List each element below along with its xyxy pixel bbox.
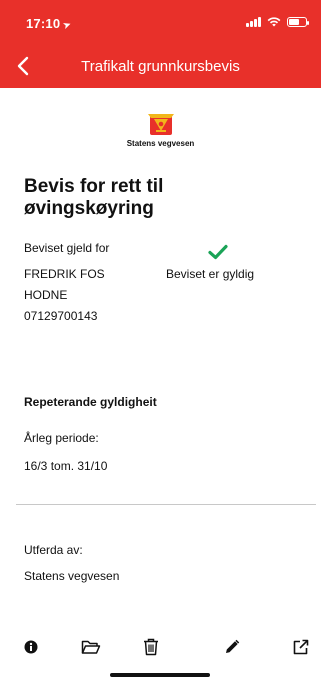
- navigation-bar: Trafikalt grunnkursbevis: [0, 44, 321, 88]
- issuer-value: Statens vegvesen: [24, 569, 120, 583]
- status-time-text: 17:10: [26, 16, 61, 31]
- battery-icon: [287, 17, 309, 27]
- status-bar: 17:10➤: [0, 0, 321, 44]
- certificate-title: Bevis for rett til øvingskøyring: [24, 176, 164, 219]
- statens-vegvesen-logo: Statens vegvesen: [0, 112, 321, 148]
- checkmark-icon: [208, 244, 228, 260]
- edit-button[interactable]: [220, 636, 244, 658]
- holder-name-line1: FREDRIK FOS: [24, 267, 105, 281]
- section-divider: [16, 504, 316, 505]
- wifi-icon: [267, 17, 281, 27]
- folder-icon: [81, 640, 101, 654]
- info-icon: [24, 640, 38, 654]
- holder-id-number: 07129700143: [24, 309, 98, 323]
- period-value: 16/3 tom. 31/10: [24, 459, 108, 473]
- location-arrow-icon: ➤: [61, 18, 74, 33]
- trash-icon: [144, 638, 158, 656]
- app-header: 17:10➤ Trafikalt grunnkursbevis: [0, 0, 321, 88]
- page-title: Trafikalt grunnkursbevis: [81, 58, 240, 75]
- certificate-status: Beviset er gyldig: [166, 267, 255, 281]
- delete-button[interactable]: [139, 636, 163, 658]
- holder-name-line2: HODNE: [24, 288, 68, 302]
- pencil-icon: [226, 639, 240, 653]
- logo-text: Statens vegvesen: [126, 139, 195, 148]
- share-icon: [293, 639, 309, 655]
- logo-emblem-icon: [147, 114, 174, 135]
- folder-button[interactable]: [79, 636, 103, 658]
- cellular-signal-icon: [246, 17, 261, 27]
- status-time: 17:10➤: [26, 16, 74, 33]
- period-label: Årleg periode:: [24, 431, 99, 445]
- share-button[interactable]: [289, 636, 313, 658]
- bottom-toolbar: [0, 632, 321, 662]
- valid-for-label: Beviset gjeld for: [24, 241, 110, 255]
- issuer-label: Utferda av:: [24, 543, 83, 557]
- home-indicator[interactable]: [110, 673, 210, 677]
- system-icons: [246, 17, 309, 27]
- validity-heading: Repeterande gyldigheit: [24, 395, 157, 409]
- info-button[interactable]: [19, 636, 43, 658]
